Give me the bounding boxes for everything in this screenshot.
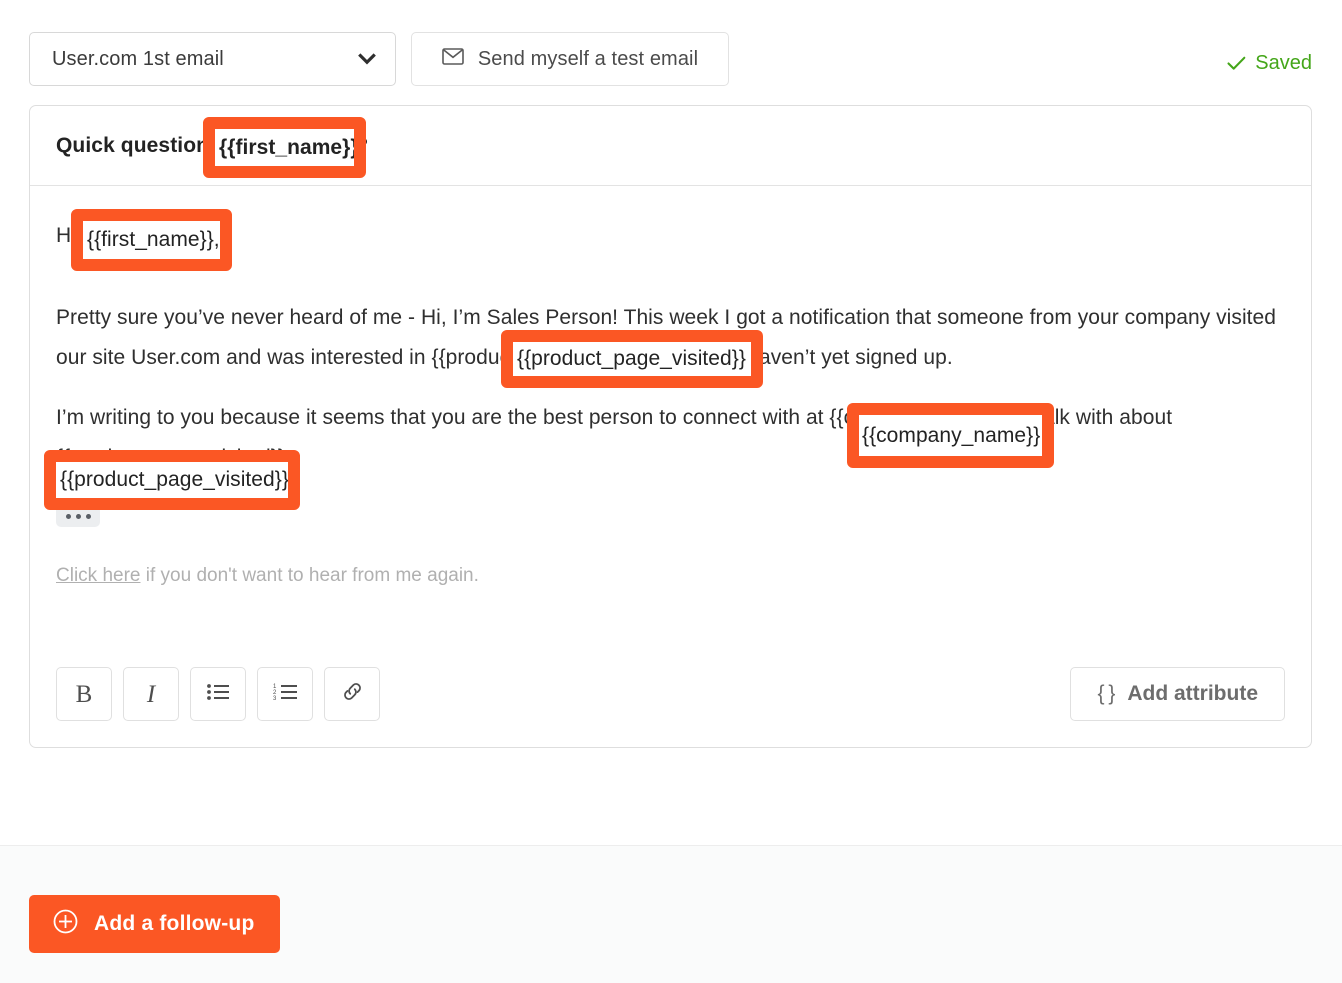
bold-icon: B [75, 680, 93, 708]
email-greeting: Hi {{first_name}}, [56, 224, 215, 247]
link-icon [341, 680, 364, 708]
dot-icon [85, 514, 91, 519]
dot-icon [75, 514, 81, 519]
unsubscribe-text: if you don't want to hear from me again. [140, 565, 479, 586]
add-attribute-button[interactable]: { } Add attribute [1070, 667, 1285, 721]
unsubscribe-line: Click here if you don't want to hear fro… [56, 565, 1285, 587]
unsubscribe-link[interactable]: Click here [56, 565, 140, 586]
email-step-select[interactable]: User.com 1st email [29, 32, 396, 86]
svg-text:3: 3 [273, 696, 277, 701]
envelope-icon [442, 48, 464, 70]
numbered-list-icon: 1 2 3 [273, 683, 298, 706]
rich-text-toolbar: B I 1 2 3 [56, 667, 380, 721]
email-paragraph-1: Pretty sure you’ve never heard of me - H… [56, 306, 1276, 369]
more-options-button[interactable] [56, 506, 100, 527]
email-body-editor[interactable]: Hi {{first_name}}, Pretty sure you’ve ne… [30, 186, 1311, 587]
add-follow-up-button[interactable]: Add a follow-up [29, 895, 281, 953]
saved-label: Saved [1255, 52, 1312, 74]
send-test-email-label: Send myself a test email [477, 47, 699, 70]
editor-top-bar: User.com 1st email Send myself a test em… [0, 0, 1342, 104]
send-test-email-button[interactable]: Send myself a test email [411, 32, 729, 86]
email-step-select-value: User.com 1st email [52, 47, 224, 70]
bullet-list-icon [206, 683, 230, 706]
add-follow-up-label: Add a follow-up [94, 912, 255, 935]
subject-input-value: Quick question {{first_name}}? [56, 133, 369, 157]
plus-circle-icon [53, 909, 78, 939]
italic-button[interactable]: I [123, 667, 179, 721]
email-paragraph-2: I’m writing to you because it seems that… [56, 406, 1173, 469]
subject-row[interactable]: Quick question {{first_name}}? [30, 106, 1311, 186]
bold-button[interactable]: B [56, 667, 112, 721]
check-icon [1227, 56, 1246, 71]
status-badge: Saved [1227, 52, 1312, 75]
chevron-down-icon [357, 49, 377, 69]
numbered-list-button[interactable]: 1 2 3 [257, 667, 313, 721]
link-button[interactable] [324, 667, 380, 721]
bullet-list-button[interactable] [190, 667, 246, 721]
add-attribute-label: Add attribute [1127, 682, 1258, 705]
email-editor-card: Quick question {{first_name}}? Hi {{firs… [29, 105, 1312, 748]
footer-section: Add a follow-up [0, 845, 1342, 983]
dot-icon [65, 514, 71, 519]
italic-icon: I [146, 680, 156, 708]
braces-icon: { } [1097, 682, 1115, 705]
